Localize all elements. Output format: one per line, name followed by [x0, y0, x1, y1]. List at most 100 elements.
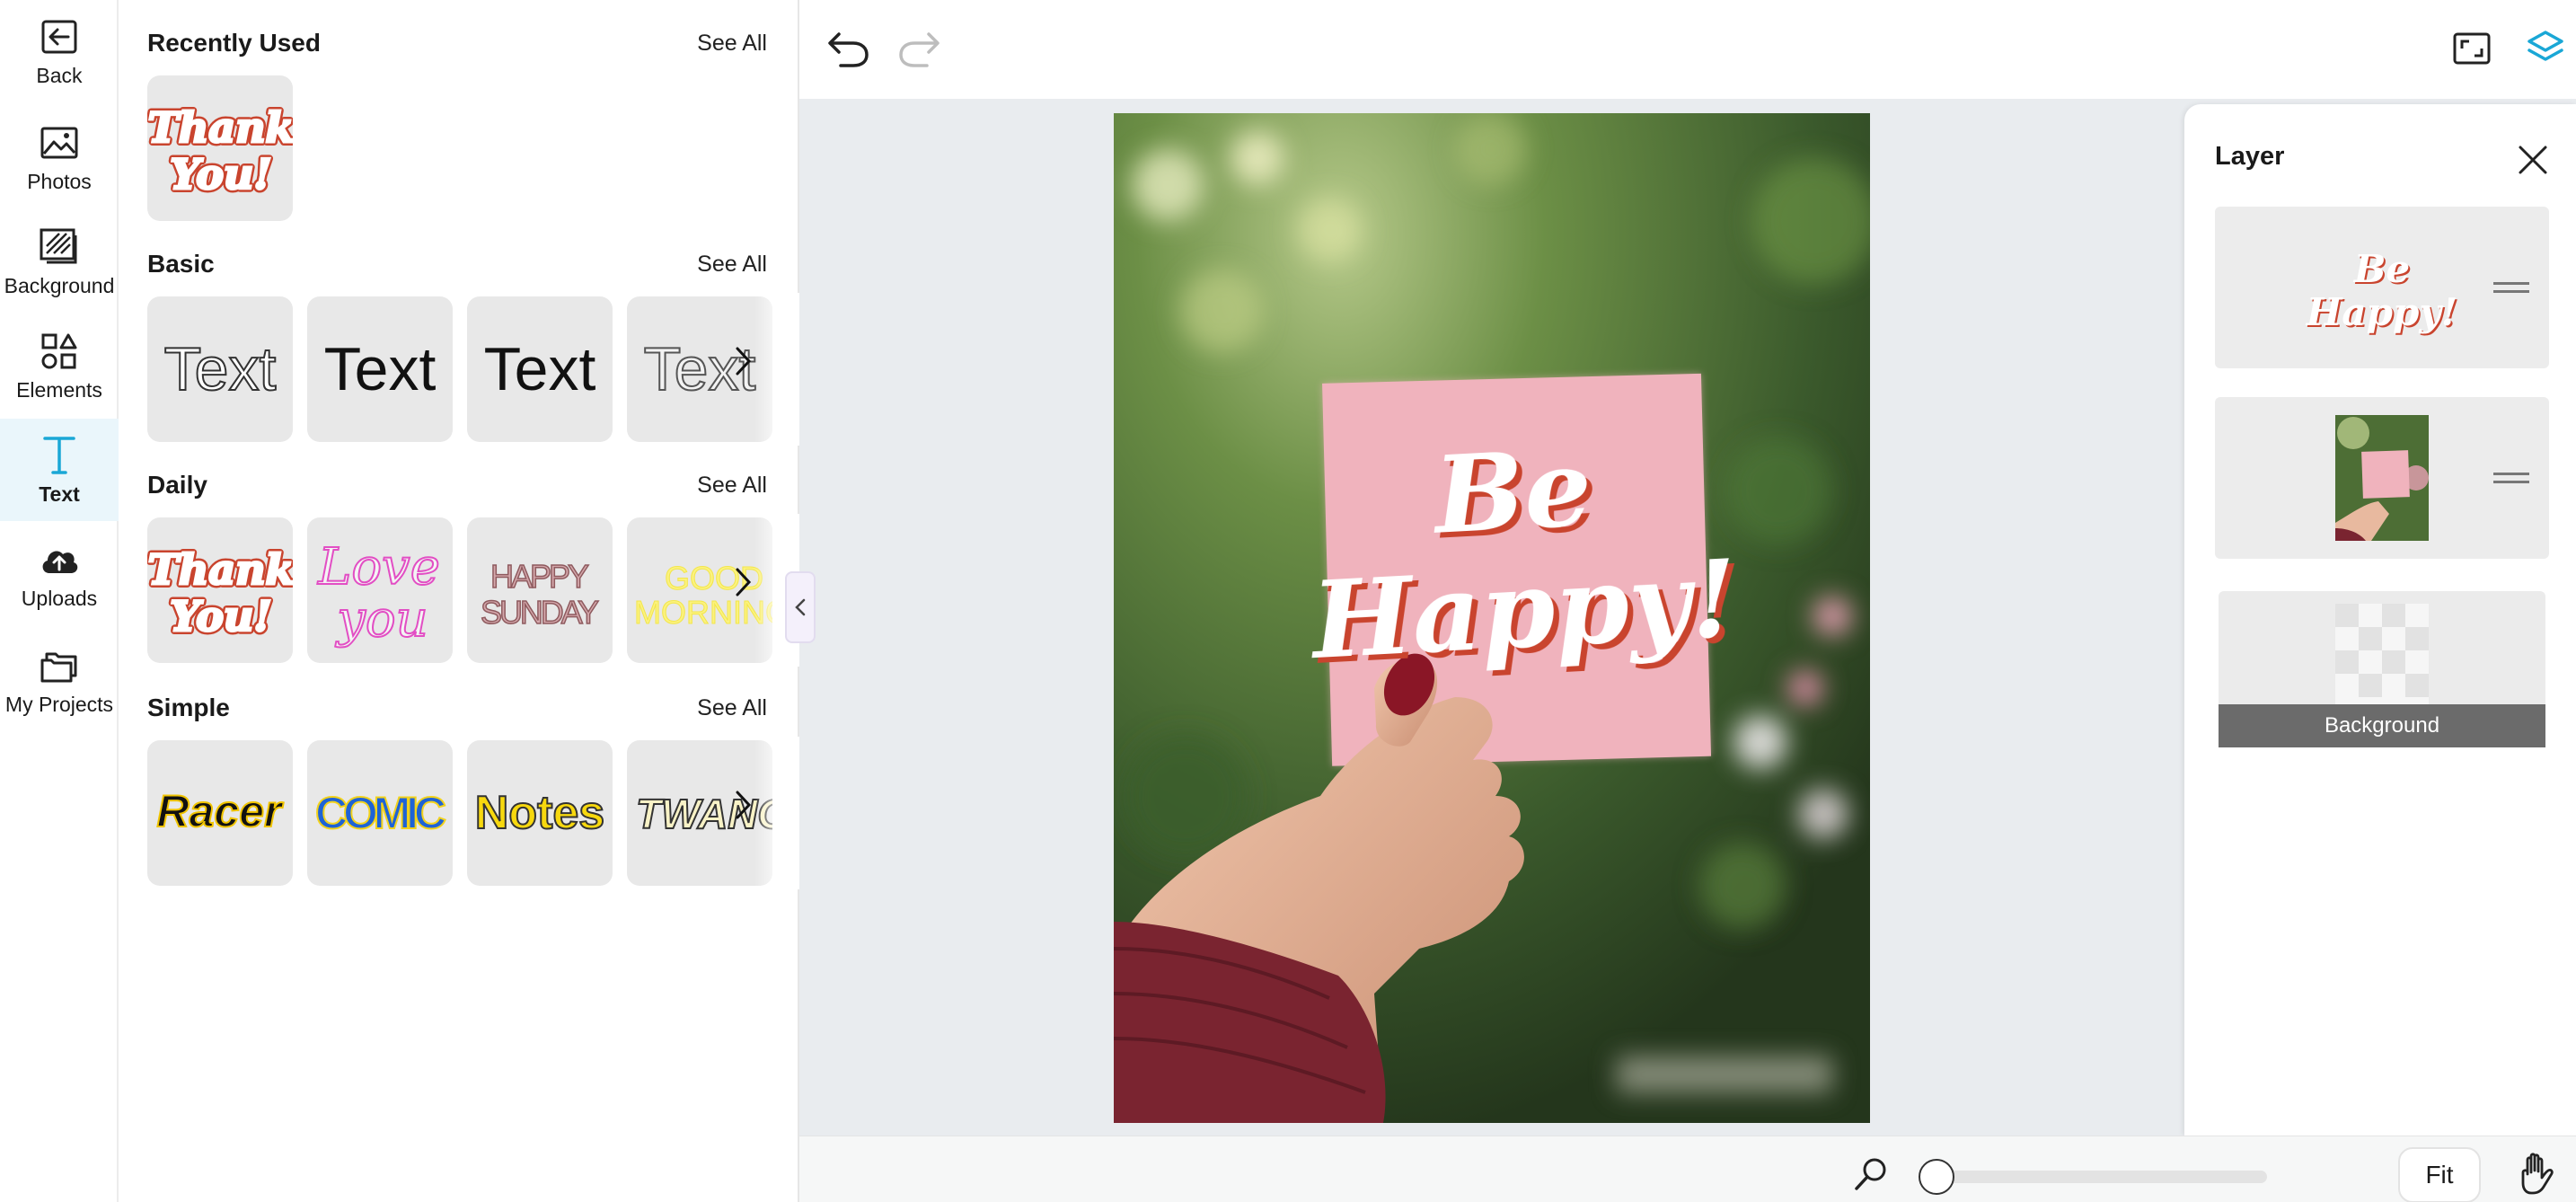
text-preset-simple-racer[interactable]: Racer: [147, 740, 293, 886]
drag-handle-icon[interactable]: [2493, 471, 2529, 485]
preset-line2: SUNDAY: [481, 594, 599, 631]
zoom-search-button[interactable]: [1852, 1154, 1892, 1194]
card-text-line2[interactable]: Happy!: [1306, 535, 1740, 683]
see-all-daily[interactable]: See All: [697, 473, 767, 499]
layers-panel: Layer Be Be Happy! Happy! Background: [2184, 104, 2576, 1136]
layer-item-text[interactable]: Be Be Happy! Happy!: [2215, 207, 2549, 368]
preset-text: Text: [323, 335, 437, 403]
section-title-recently-used: Recently Used: [147, 29, 321, 57]
preset-text: COMIC: [315, 788, 446, 838]
preset-line2: you: [334, 590, 428, 649]
zoom-bar: Fit: [799, 1136, 2576, 1202]
chevron-left-icon: [795, 598, 806, 616]
section-title-basic: Basic: [147, 250, 215, 278]
layers-toggle-button[interactable]: [2517, 20, 2574, 77]
editor-toolbar: [799, 0, 2576, 99]
scroll-right-simple[interactable]: [726, 787, 762, 823]
nav-background[interactable]: Background: [0, 210, 119, 313]
nav-back-label: Back: [36, 63, 83, 87]
photo-icon: [38, 121, 81, 164]
preset-text: Notes: [475, 787, 604, 839]
text-preset-daily-thank-you[interactable]: Thank Thank You! You!: [147, 517, 293, 663]
section-title-simple: Simple: [147, 694, 230, 721]
design-artboard[interactable]: Be Be Happy! Happy!: [1114, 113, 1870, 1123]
redo-button[interactable]: [891, 20, 948, 77]
close-icon: [2519, 146, 2547, 174]
pan-tool-button[interactable]: [2517, 1151, 2562, 1199]
nav-background-label: Background: [4, 273, 115, 297]
fit-button[interactable]: Fit: [2398, 1147, 2481, 1202]
preset-preview: Love you: [316, 537, 441, 650]
nav-elements-label: Elements: [16, 377, 102, 402]
undo-icon: [828, 32, 869, 67]
drag-handle-icon[interactable]: [2493, 280, 2529, 295]
layer-item-background[interactable]: Background: [2219, 591, 2545, 747]
layer-thumb-line2: Happy!: [2306, 290, 2457, 334]
text-preset-simple-notes[interactable]: Notes: [467, 740, 613, 886]
chevron-right-icon: [736, 568, 752, 597]
nav-elements[interactable]: Elements: [0, 314, 119, 417]
left-nav-rail: Back Photos Background Elements Text Upl…: [0, 0, 119, 1202]
preset-preview: COMIC: [314, 787, 447, 839]
preset-line1: Thank: [148, 545, 293, 594]
text-preset-daily-love-you[interactable]: Love you: [307, 517, 453, 663]
close-layers-button[interactable]: [2511, 138, 2554, 181]
search-icon: [1855, 1158, 1886, 1190]
chevron-right-icon: [736, 347, 752, 376]
preset-line1: Thank: [148, 103, 293, 152]
see-all-simple[interactable]: See All: [697, 695, 767, 721]
chevron-right-icon: [736, 791, 752, 819]
preset-preview: HAPPY SUNDAY: [480, 557, 600, 632]
nav-my-projects[interactable]: My Projects: [0, 629, 119, 731]
nav-text[interactable]: Text: [0, 419, 119, 521]
preset-text: Text: [483, 335, 596, 403]
preset-preview: Notes: [474, 786, 605, 840]
nav-uploads[interactable]: Uploads: [0, 523, 119, 625]
layers-panel-title: Layer: [2215, 142, 2285, 171]
nav-uploads-label: Uploads: [21, 586, 98, 610]
photo-hand-holding-card: Be Be Happy! Happy!: [1114, 113, 1870, 1123]
preset-preview: Thank Thank You! You!: [147, 542, 293, 644]
back-arrow-icon: [38, 15, 81, 58]
see-all-basic[interactable]: See All: [697, 252, 767, 278]
scroll-right-daily[interactable]: [726, 564, 762, 600]
collapse-panel-tab[interactable]: [785, 571, 816, 643]
background-icon: [38, 225, 81, 269]
nav-photos[interactable]: Photos: [0, 106, 119, 208]
preset-preview: Thank Thank You! You!: [147, 100, 293, 202]
zoom-slider-thumb[interactable]: [1919, 1159, 1954, 1195]
nav-photos-label: Photos: [27, 169, 92, 193]
transparent-checker-icon: [2335, 604, 2429, 704]
layer-background-label: Background: [2219, 704, 2545, 747]
preset-preview: Racer: [156, 785, 286, 837]
text-preset-basic-medium[interactable]: Text: [467, 296, 613, 442]
preset-line2: You!: [170, 592, 271, 641]
text-t-icon: [38, 434, 81, 477]
nav-back[interactable]: Back: [0, 0, 119, 102]
preset-line1: HAPPY: [490, 558, 589, 595]
scroll-right-basic[interactable]: [726, 343, 762, 379]
undo-button[interactable]: [819, 20, 877, 77]
hand-pan-icon: [2521, 1153, 2554, 1195]
section-title-daily: Daily: [147, 471, 207, 499]
preset-text: Text: [163, 334, 278, 404]
zoom-slider-track[interactable]: [1920, 1171, 2267, 1183]
text-preset-recent-thank-you[interactable]: Thank Thank You! You!: [147, 75, 293, 221]
card-text-line1[interactable]: Be: [1429, 425, 1595, 558]
preset-text: Racer: [157, 786, 285, 836]
redo-icon: [899, 32, 940, 67]
layer-thumb-photo: [2335, 415, 2429, 541]
preset-line2: You!: [170, 150, 271, 199]
text-preset-basic-outline[interactable]: Text: [147, 296, 293, 442]
text-preset-basic-regular[interactable]: Text: [307, 296, 453, 442]
layer-thumb-line1: Be: [2353, 247, 2410, 291]
text-preset-simple-comic[interactable]: COMIC: [307, 740, 453, 886]
text-preset-daily-happy-sunday[interactable]: HAPPY SUNDAY: [467, 517, 613, 663]
layer-item-photo[interactable]: [2215, 397, 2549, 559]
layers-icon: [2527, 31, 2563, 61]
preset-line1: Love: [317, 538, 440, 597]
shapes-icon: [38, 330, 81, 373]
fullscreen-button[interactable]: [2443, 20, 2501, 77]
text-library-panel: Recently Used See All Thank Thank You! Y…: [119, 0, 799, 1202]
see-all-recently-used[interactable]: See All: [697, 31, 767, 57]
